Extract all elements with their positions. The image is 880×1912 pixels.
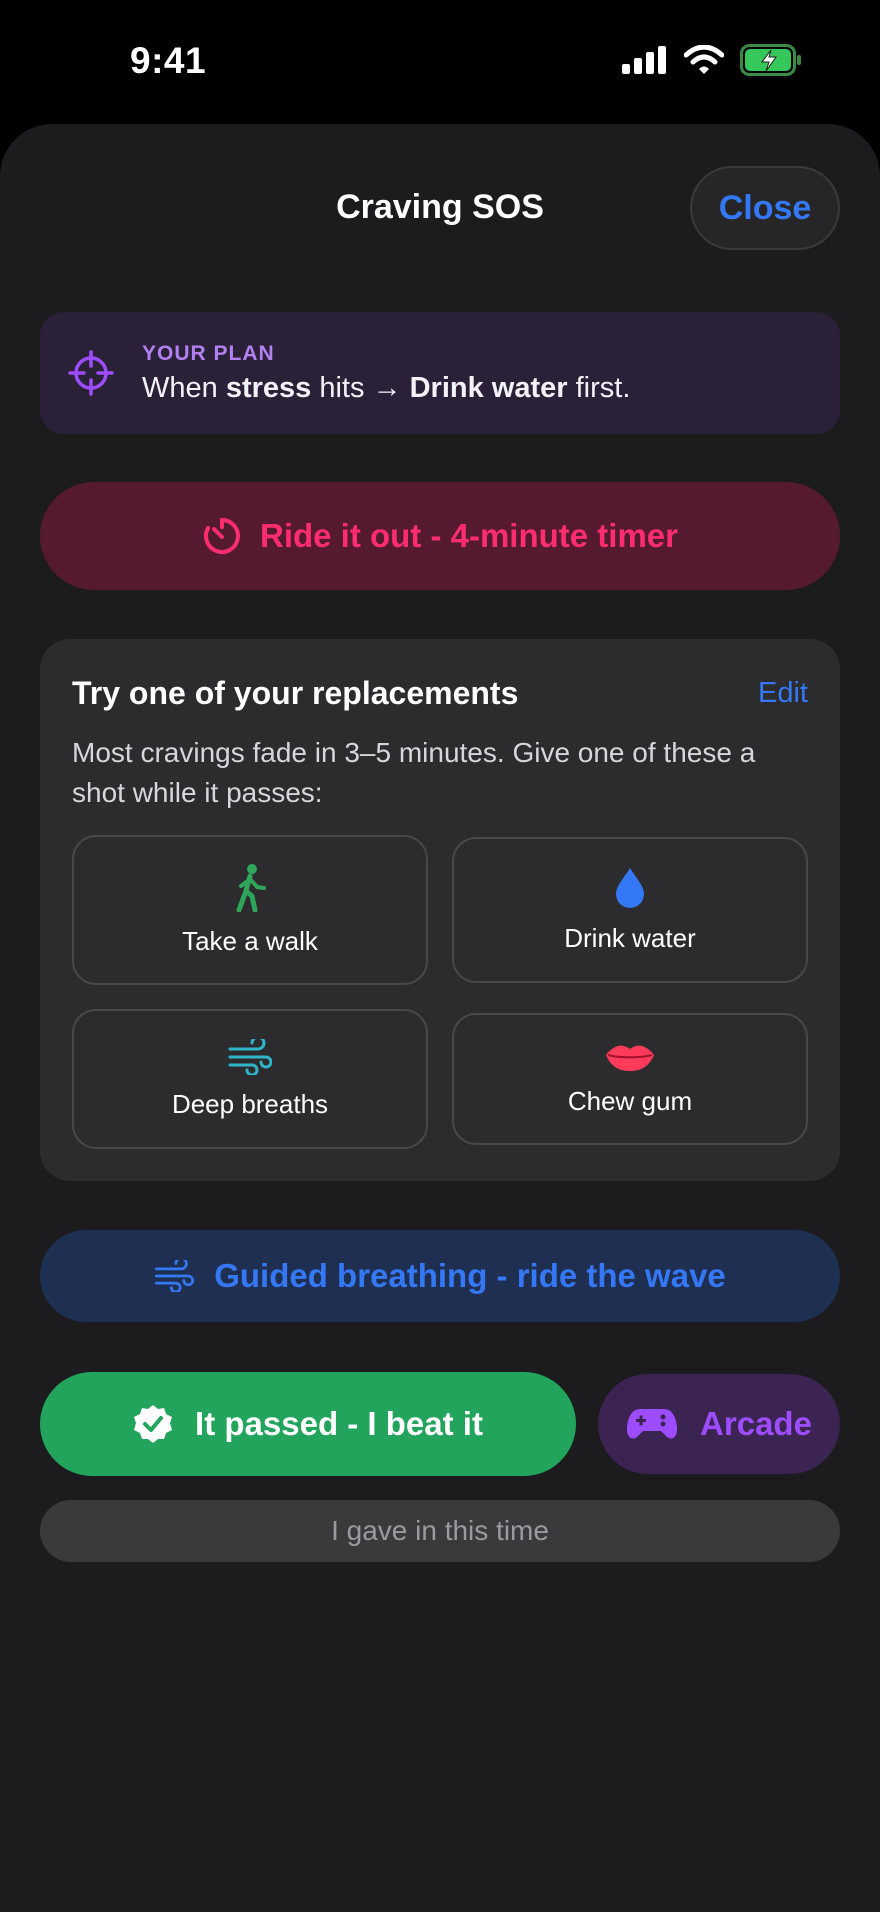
status-bar: 9:41	[0, 0, 880, 122]
replacement-label: Take a walk	[182, 925, 318, 956]
plan-action: Drink water	[409, 371, 568, 404]
timer-label: Ride it out - 4-minute timer	[259, 517, 678, 554]
wind-icon	[155, 1260, 195, 1292]
status-icons	[622, 44, 802, 76]
replacement-tile-breaths[interactable]: Deep breaths	[72, 1009, 428, 1149]
game-controller-icon	[626, 1409, 678, 1439]
plan-summary: When stress hits → Drink water first.	[142, 372, 630, 405]
beat-it-label: It passed - I beat it	[195, 1405, 483, 1442]
plan-card: YOUR PLAN When stress hits → Drink water…	[40, 312, 840, 434]
wind-icon	[228, 1038, 272, 1075]
timer-button[interactable]: Ride it out - 4-minute timer	[40, 482, 840, 590]
replacements-description: Most cravings fade in 3–5 minutes. Give …	[72, 737, 756, 808]
replacement-tile-water[interactable]: Drink water	[452, 837, 808, 983]
arcade-label: Arcade	[700, 1405, 812, 1442]
crosshair-icon	[68, 350, 114, 396]
timer-icon	[203, 518, 240, 554]
status-time: 9:41	[130, 40, 207, 81]
battery-charging-icon	[740, 44, 801, 76]
replacement-label: Chew gum	[567, 1085, 693, 1116]
guided-breathing-button[interactable]: Guided breathing - ride the wave	[40, 1230, 840, 1322]
replacements-card: Try one of your replacements Edit Most c…	[40, 639, 840, 1181]
cellular-signal-icon	[622, 46, 666, 74]
replacement-label: Drink water	[564, 922, 696, 953]
walk-icon	[236, 863, 266, 912]
water-drop-icon	[616, 867, 644, 908]
lips-icon	[606, 1045, 654, 1071]
replacements-title: Try one of your replacements	[72, 675, 519, 711]
edit-replacements-link[interactable]: Edit	[758, 677, 808, 710]
wifi-icon	[684, 45, 724, 74]
replacement-tile-gum[interactable]: Chew gum	[452, 1013, 808, 1145]
gave-in-button[interactable]: I gave in this time	[40, 1500, 840, 1562]
arcade-button[interactable]: Arcade	[598, 1374, 840, 1474]
close-button[interactable]: Close	[690, 166, 840, 250]
plan-trigger: stress	[225, 371, 312, 404]
plan-suffix: first.	[567, 371, 631, 404]
sos-sheet: Craving SOS Close YOUR PLAN When stress …	[0, 124, 880, 1912]
plan-middle: hits →	[311, 371, 410, 404]
checkmark-seal-icon	[134, 1405, 173, 1443]
plan-text: YOUR PLAN When stress hits → Drink water…	[142, 342, 630, 405]
replacement-tile-walk[interactable]: Take a walk	[72, 835, 428, 985]
replacement-label: Deep breaths	[171, 1088, 329, 1119]
guided-breathing-label: Guided breathing - ride the wave	[214, 1257, 726, 1294]
plan-label: YOUR PLAN	[142, 341, 275, 365]
beat-it-button[interactable]: It passed - I beat it	[40, 1372, 576, 1476]
plan-prefix: When	[142, 371, 226, 404]
